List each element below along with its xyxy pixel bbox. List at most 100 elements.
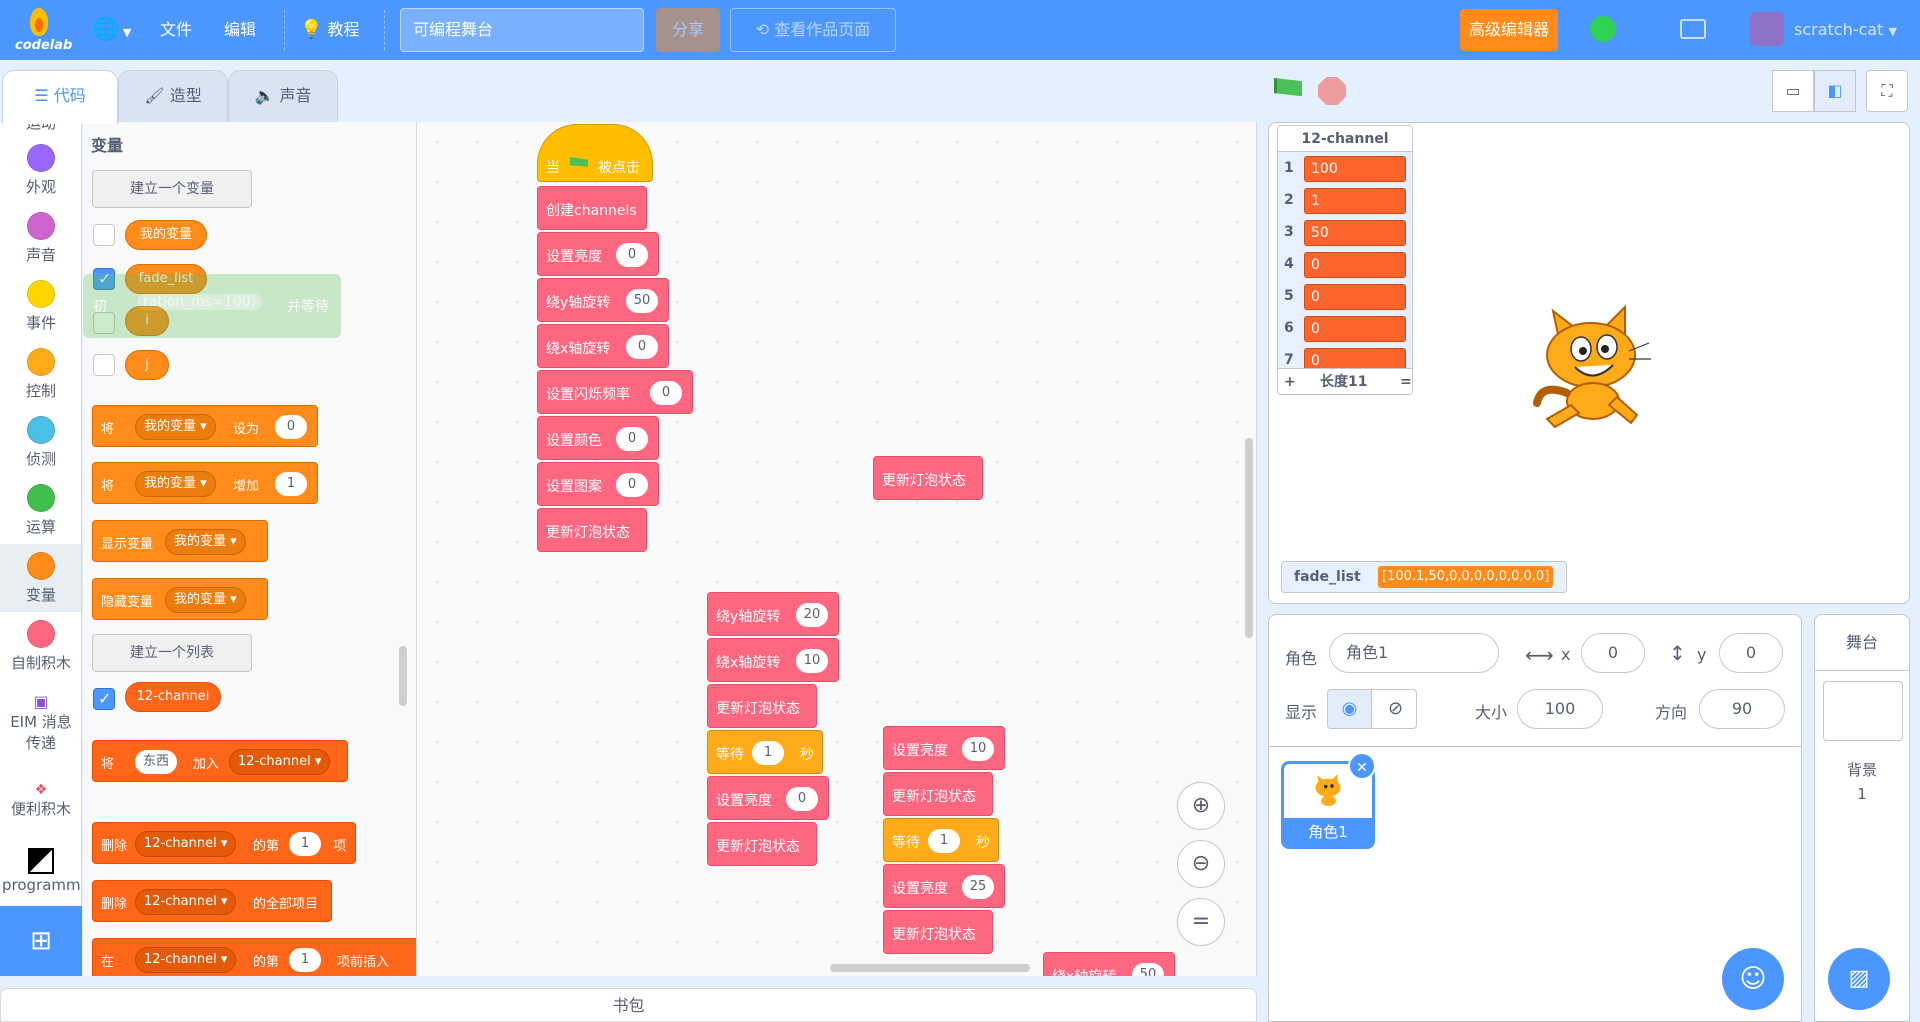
stop-button[interactable] <box>1318 77 1346 105</box>
list-dropdown[interactable]: 12-channel <box>135 947 237 973</box>
tab-costumes[interactable]: 🖌 造型 <box>118 70 228 122</box>
value-input[interactable]: 20 <box>796 603 828 627</box>
show-sprite-button[interactable]: ◉ <box>1328 690 1372 728</box>
tutorial-menu[interactable]: 💡 教程 <box>300 0 360 60</box>
variable-dropdown[interactable]: 我的变量 <box>165 529 246 555</box>
user-avatar[interactable] <box>1750 12 1784 46</box>
advanced-editor-button[interactable]: 高级编辑器 <box>1460 9 1558 51</box>
rotate-x-block[interactable]: 绕x轴旋转 10 <box>707 638 839 682</box>
codelab-logo[interactable]: codelab <box>12 6 72 54</box>
project-title-input[interactable]: 可编程舞台 <box>400 8 644 52</box>
folder-icon[interactable] <box>1680 19 1706 39</box>
set-variable-block[interactable]: 将 我的变量 设为 0 <box>92 405 318 447</box>
rotate-x-block[interactable]: 绕x轴旋转 50 <box>1043 952 1175 976</box>
value-input[interactable]: 0 <box>616 427 648 451</box>
value-input[interactable]: 1 <box>752 741 784 765</box>
value-input[interactable]: 25 <box>962 875 994 899</box>
hide-variable-block[interactable]: 隐藏变量 我的变量 <box>92 578 268 620</box>
fullscreen-button[interactable]: ⛶ <box>1866 70 1908 112</box>
zoom-out-button[interactable]: ⊖ <box>1177 840 1225 888</box>
list-item-value[interactable]: 50 <box>1304 220 1406 246</box>
wait-seconds-block[interactable]: 等待 1 秒 <box>883 818 999 862</box>
category-control[interactable]: 控制 <box>0 348 81 401</box>
hide-sprite-button[interactable]: ⊘ <box>1373 690 1416 728</box>
see-project-page-button[interactable]: ⟲ 查看作品页面 <box>730 8 896 52</box>
delete-item-block[interactable]: 删除 12-channel 的第 1 项 <box>92 822 356 864</box>
set-blink-frequency-block[interactable]: 设置闪烁频率 0 <box>537 370 693 414</box>
value-input[interactable]: 0 <box>650 381 682 405</box>
change-variable-block[interactable]: 将 我的变量 增加 1 <box>92 462 318 504</box>
category-programma[interactable]: programma <box>0 848 81 894</box>
workspace-vertical-scrollbar[interactable] <box>1245 438 1253 638</box>
category-eim[interactable]: ▣ EIM 消息 传递 <box>0 692 81 753</box>
list-item-value[interactable]: 100 <box>1304 156 1406 182</box>
stage-canvas[interactable]: 12-channel 1 100 2 1 3 50 4 0 5 0 6 0 7 … <box>1268 122 1910 604</box>
index-input[interactable]: 1 <box>289 948 321 972</box>
set-brightness-block[interactable]: 设置亮度 25 <box>883 864 1005 908</box>
category-variables[interactable]: 变量 <box>0 544 81 612</box>
value-input[interactable]: 0 <box>786 787 818 811</box>
y-position-input[interactable]: 0 <box>1719 633 1783 673</box>
list-resize-handle[interactable]: = <box>1400 369 1412 394</box>
list-checkbox[interactable] <box>93 688 115 710</box>
show-variable-block[interactable]: 显示变量 我的变量 <box>92 520 268 562</box>
update-bulb-block[interactable]: 更新灯泡状态 <box>707 822 817 866</box>
item-input[interactable]: 东西 <box>135 750 178 774</box>
rotate-y-block[interactable]: 绕y轴旋转 20 <box>707 592 839 636</box>
list-add-button[interactable]: + <box>1284 369 1296 394</box>
category-operators[interactable]: 运算 <box>0 484 81 537</box>
x-position-input[interactable]: 0 <box>1581 633 1645 673</box>
value-input[interactable]: 0 <box>626 335 658 359</box>
stage-thumbnail[interactable] <box>1823 681 1903 741</box>
tab-sounds[interactable]: 🔈 声音 <box>228 70 338 122</box>
delete-all-block[interactable]: 删除 12-channel 的全部项目 <box>92 880 332 922</box>
rotate-y-block[interactable]: 绕y轴旋转 50 <box>537 278 669 322</box>
insert-item-block[interactable]: 在 12-channel 的第 1 项前插入 <box>92 938 416 976</box>
category-events[interactable]: 事件 <box>0 280 81 333</box>
list-item-value[interactable]: 0 <box>1304 252 1406 278</box>
set-brightness-block[interactable]: 设置亮度 10 <box>883 726 1005 770</box>
scratch-cat-sprite[interactable] <box>1521 293 1661 433</box>
value-input[interactable]: 0 <box>275 415 307 439</box>
variable-checkbox[interactable] <box>93 224 115 246</box>
variable-reporter[interactable]: j <box>125 350 169 380</box>
set-brightness-block[interactable]: 设置亮度 0 <box>537 232 659 276</box>
tab-code[interactable]: ☰ 代码 <box>2 70 118 124</box>
value-input[interactable]: 0 <box>616 243 648 267</box>
size-input[interactable]: 100 <box>1517 689 1603 729</box>
wait-seconds-block[interactable]: 等待 1 秒 <box>707 730 823 774</box>
list-reporter[interactable]: 12-channel <box>125 682 221 712</box>
list-item-value[interactable]: 1 <box>1304 188 1406 214</box>
value-input[interactable]: 0 <box>616 473 648 497</box>
zoom-in-button[interactable]: ⊕ <box>1177 782 1225 830</box>
category-sound[interactable]: 声音 <box>0 212 81 265</box>
category-convenience[interactable]: ❖ 便利积木 <box>0 782 81 819</box>
value-input[interactable]: 1 <box>928 829 960 853</box>
direction-input[interactable]: 90 <box>1699 689 1785 729</box>
green-flag-button[interactable] <box>1274 78 1302 97</box>
add-extension-button[interactable]: ⊞ <box>0 906 82 976</box>
choose-backdrop-button[interactable]: ▨ <box>1828 948 1890 1010</box>
delete-sprite-button[interactable]: ✕ <box>1348 752 1376 780</box>
value-input[interactable]: 10 <box>962 737 994 761</box>
variable-dropdown[interactable]: 我的变量 <box>135 471 216 497</box>
update-bulb-block[interactable]: 更新灯泡状态 <box>883 772 993 816</box>
category-looks[interactable]: 外观 <box>0 144 81 197</box>
large-stage-button[interactable]: ◧ <box>1814 70 1856 112</box>
create-channels-block[interactable]: 创建channels <box>537 186 647 230</box>
make-list-button[interactable]: 建立一个列表 <box>92 634 252 672</box>
edit-menu[interactable]: 编辑 <box>224 0 256 60</box>
value-input[interactable]: 50 <box>626 289 658 313</box>
connection-status-icon[interactable] <box>1590 16 1616 42</box>
list-item-value[interactable]: 0 <box>1304 284 1406 310</box>
variable-dropdown[interactable]: 我的变量 <box>165 587 246 613</box>
variable-checkbox[interactable] <box>93 354 115 376</box>
choose-sprite-button[interactable]: ☺ <box>1722 948 1784 1010</box>
file-menu[interactable]: 文件 <box>160 0 192 60</box>
small-stage-button[interactable]: ▭ <box>1772 70 1814 112</box>
language-menu[interactable]: 🌐 ▼ <box>92 0 131 60</box>
sprite-name-input[interactable]: 角色1 <box>1329 633 1499 673</box>
variable-dropdown[interactable]: 我的变量 <box>135 414 216 440</box>
make-variable-button[interactable]: 建立一个变量 <box>92 170 252 208</box>
update-bulb-block[interactable]: 更新灯泡状态 <box>537 508 647 552</box>
